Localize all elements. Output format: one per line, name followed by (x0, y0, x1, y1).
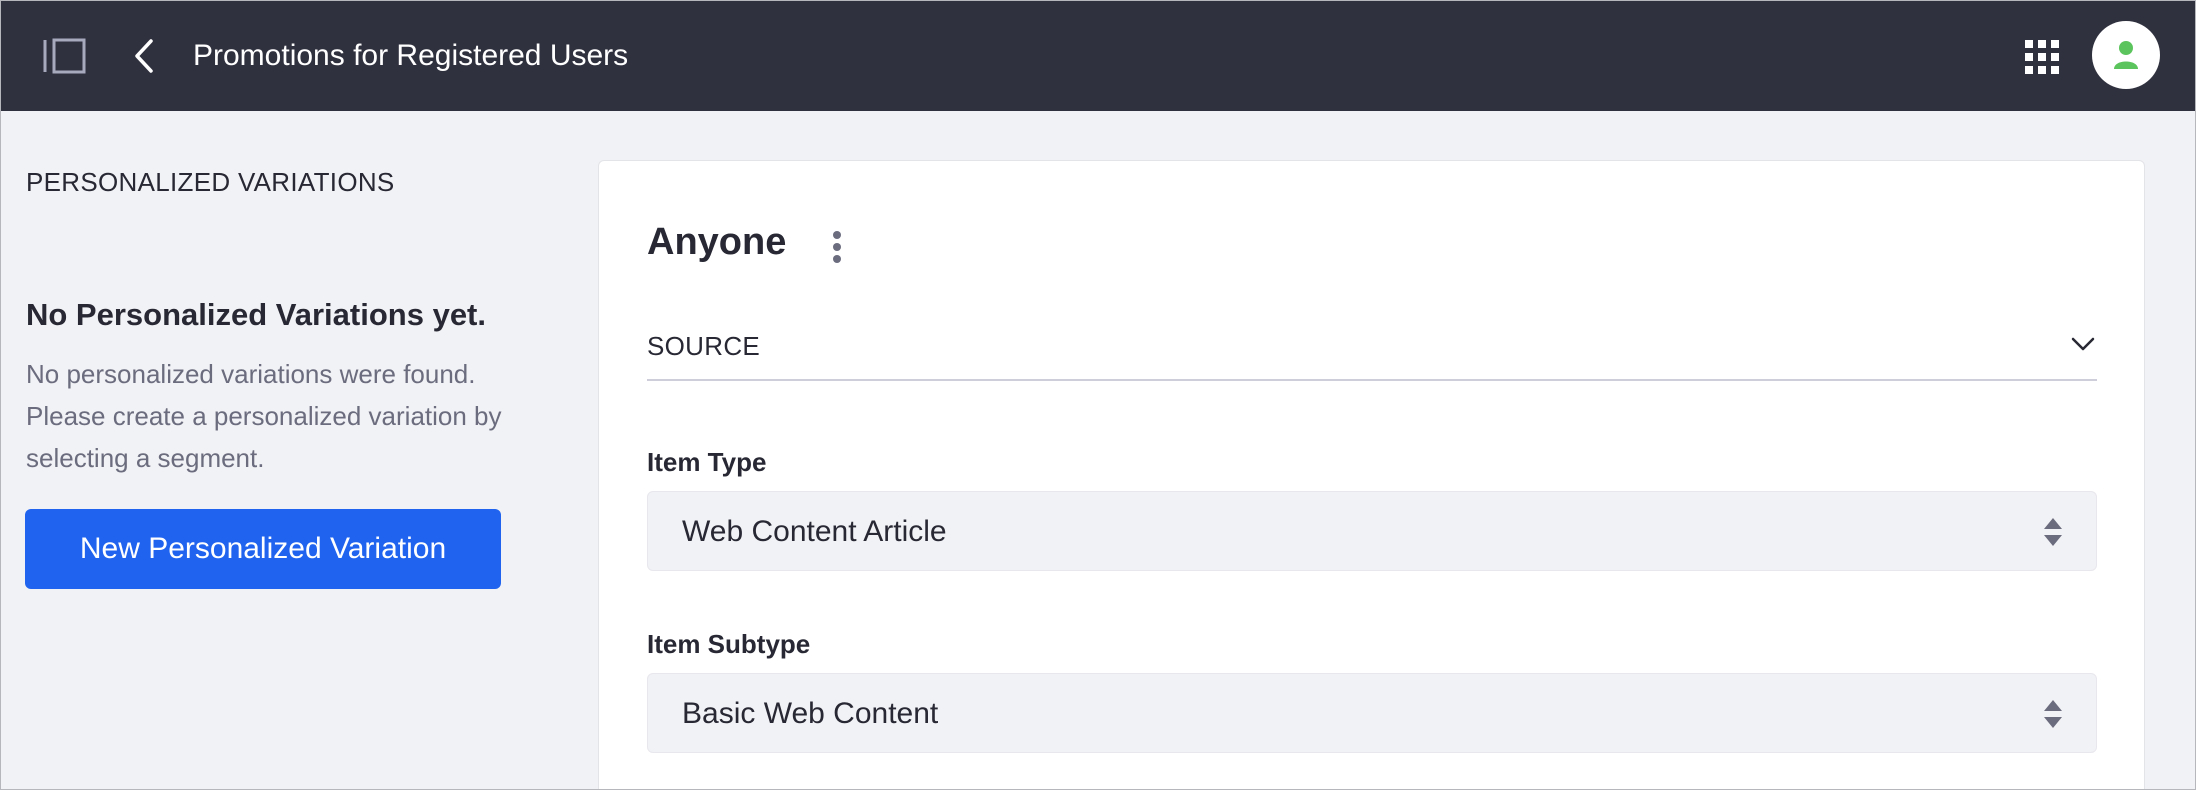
sidebar-heading: PERSONALIZED VARIATIONS (26, 167, 395, 197)
app-window: Promotions for Registered Users PERSONAL… (0, 0, 2196, 790)
top-bar: Promotions for Registered Users (1, 1, 2195, 111)
select-caret-icon (2042, 698, 2064, 730)
page-title: Promotions for Registered Users (193, 39, 629, 72)
empty-state-title: No Personalized Variations yet. (26, 297, 486, 332)
chevron-down-icon (2069, 331, 2097, 359)
apps-grid-icon[interactable] (2024, 39, 2060, 75)
variation-title: Anyone (647, 221, 787, 263)
chevron-left-icon[interactable] (129, 37, 159, 75)
item-type-select[interactable]: Web Content Article (647, 491, 2097, 571)
options-kebab-icon[interactable] (827, 229, 847, 269)
sidebar-toggle-icon[interactable] (43, 38, 87, 74)
item-subtype-label: Item Subtype (647, 629, 811, 659)
empty-state-description: No personalized variations were found. P… (26, 359, 502, 473)
item-subtype-value: Basic Web Content (682, 697, 939, 730)
item-type-label: Item Type (647, 447, 767, 477)
source-label: SOURCE (647, 331, 761, 361)
variation-card: Anyone SOURCE Item Type Web Content Arti… (598, 160, 2145, 789)
select-caret-icon (2042, 516, 2064, 548)
avatar[interactable] (2092, 21, 2160, 89)
item-type-value: Web Content Article (682, 515, 947, 548)
item-subtype-select[interactable]: Basic Web Content (647, 673, 2097, 753)
source-panel-toggle[interactable]: SOURCE (647, 329, 2097, 381)
new-personalized-variation-button[interactable]: New Personalized Variation (25, 509, 501, 589)
user-avatar-icon (2114, 41, 2138, 69)
